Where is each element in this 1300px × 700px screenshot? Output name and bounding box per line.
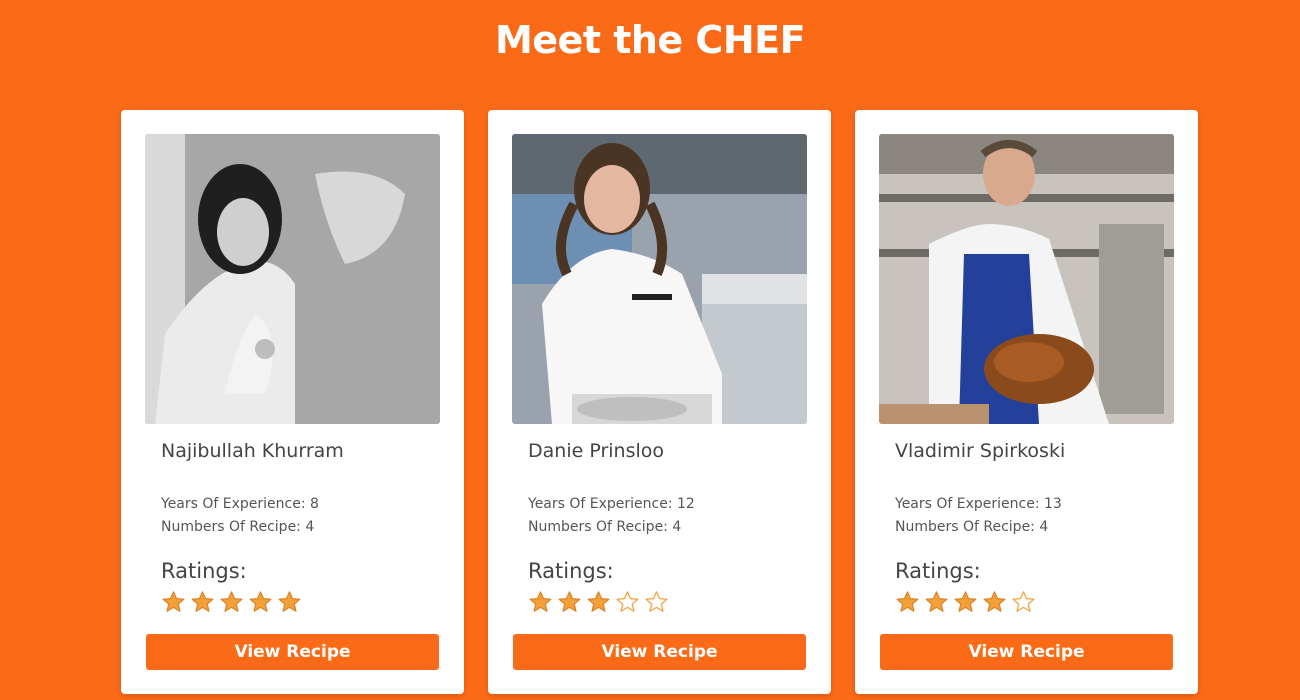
years-of-experience: Years Of Experience: 13	[895, 496, 1062, 512]
view-recipe-button[interactable]: View Recipe	[146, 634, 439, 670]
number-of-recipes: Numbers Of Recipe: 4	[528, 519, 682, 535]
rating-stars	[895, 590, 1036, 615]
star-filled-icon	[587, 591, 610, 612]
star-filled-icon	[249, 591, 272, 612]
ratings-label: Ratings:	[161, 559, 247, 583]
ratings-label: Ratings:	[528, 559, 614, 583]
chef-photo	[879, 134, 1174, 424]
chef-card: Danie Prinsloo Years Of Experience: 12 N…	[488, 110, 831, 694]
chef-photo	[512, 134, 807, 424]
chef-name: Danie Prinsloo	[528, 440, 665, 462]
star-filled-icon	[896, 591, 919, 612]
star-outline-icon	[1012, 591, 1035, 612]
number-of-recipes: Numbers Of Recipe: 4	[161, 519, 315, 535]
star-filled-icon	[220, 591, 243, 612]
years-of-experience: Years Of Experience: 8	[161, 496, 319, 512]
rating-stars	[161, 590, 302, 615]
star-filled-icon	[954, 591, 977, 612]
chef-name: Najibullah Khurram	[161, 440, 344, 462]
chef-cards: Najibullah Khurram Years Of Experience: …	[121, 110, 1198, 700]
star-filled-icon	[278, 591, 301, 612]
chef-card: Vladimir Spirkoski Years Of Experience: …	[855, 110, 1198, 694]
star-outline-icon	[645, 591, 668, 612]
star-filled-icon	[162, 591, 185, 612]
years-of-experience: Years Of Experience: 12	[528, 496, 695, 512]
star-filled-icon	[983, 591, 1006, 612]
star-filled-icon	[191, 591, 214, 612]
rating-stars	[528, 590, 669, 615]
chef-name: Vladimir Spirkoski	[895, 440, 1066, 462]
star-filled-icon	[529, 591, 552, 612]
number-of-recipes: Numbers Of Recipe: 4	[895, 519, 1049, 535]
star-filled-icon	[558, 591, 581, 612]
page-title: Meet the CHEF	[494, 18, 806, 62]
view-recipe-button[interactable]: View Recipe	[880, 634, 1173, 670]
star-outline-icon	[616, 591, 639, 612]
chef-card: Najibullah Khurram Years Of Experience: …	[121, 110, 464, 694]
view-recipe-button[interactable]: View Recipe	[513, 634, 806, 670]
star-filled-icon	[925, 591, 948, 612]
ratings-label: Ratings:	[895, 559, 981, 583]
chef-photo	[145, 134, 440, 424]
